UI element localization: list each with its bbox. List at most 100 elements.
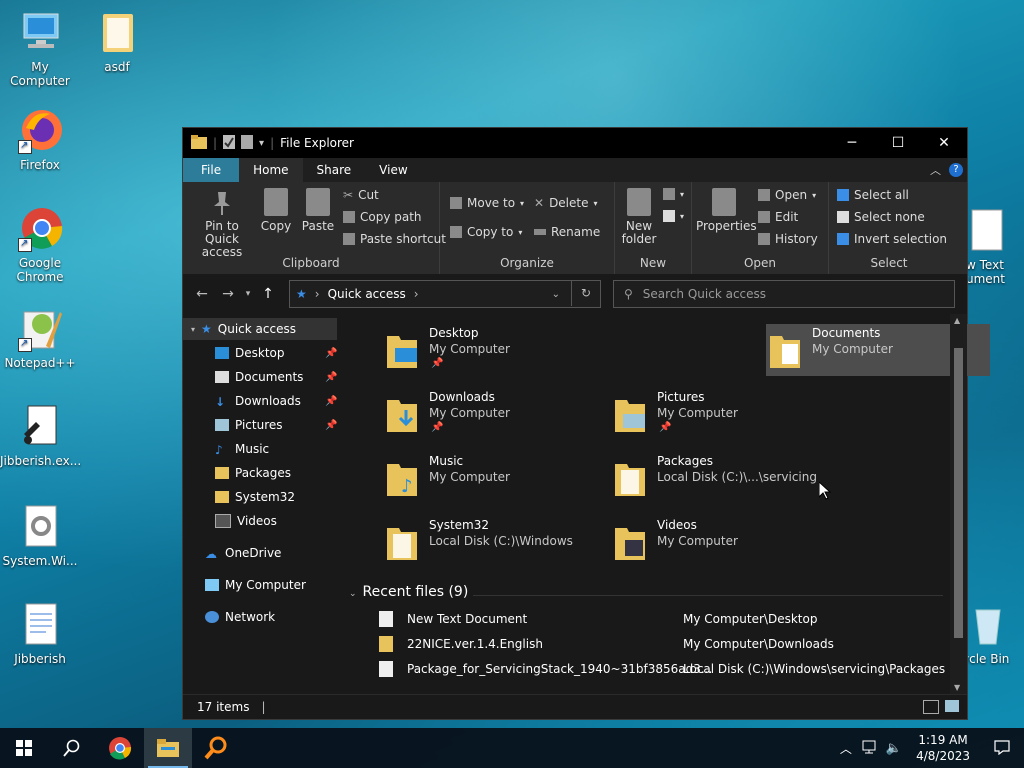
desktop-icon-my-computer[interactable]: My Computer (0, 10, 80, 88)
nav-system32[interactable]: System32 (215, 486, 295, 508)
volume-icon[interactable]: 🔈 (886, 741, 902, 756)
quick-access-star-icon: ★ (296, 287, 307, 301)
folder-tile-pictures[interactable]: Pictures My Computer 📌 (611, 388, 835, 440)
start-button[interactable] (0, 728, 48, 768)
forward-button[interactable]: → (215, 286, 241, 302)
invert-selection-button[interactable]: Invert selection (837, 232, 947, 246)
properties-icon[interactable] (223, 134, 236, 152)
scroll-down-icon[interactable]: ▼ (954, 683, 960, 692)
taskbar-search-app[interactable] (192, 728, 240, 768)
copy-to-button[interactable]: Copy to ▾ (450, 225, 522, 239)
folder-tile-system32[interactable]: System32 Local Disk (C:)\Windows (383, 516, 607, 568)
paste-shortcut-button[interactable]: Paste shortcut (343, 232, 446, 246)
new-folder-button[interactable]: New folder (619, 188, 659, 246)
desktop-icon-system-wi[interactable]: System.Wi... (0, 504, 80, 568)
scroll-up-icon[interactable]: ▲ (954, 316, 960, 325)
search-button[interactable] (48, 728, 96, 768)
tab-share[interactable]: Share (303, 158, 366, 182)
breadcrumb-quick-access[interactable]: Quick access (328, 287, 406, 301)
nav-downloads[interactable]: ↓ Downloads (215, 390, 301, 412)
folder-tile-videos[interactable]: Videos My Computer (611, 516, 835, 568)
title-bar[interactable]: | ▾ | File Explorer ─ ☐ ✕ (183, 128, 967, 158)
copy-path-button[interactable]: Copy path (343, 210, 422, 224)
recent-locations-button[interactable]: ▾ (241, 289, 255, 299)
recent-file-row[interactable]: New Text Document (379, 608, 527, 630)
nav-packages[interactable]: Packages (215, 462, 291, 484)
tab-file[interactable]: File (183, 158, 240, 182)
show-hidden-icons-icon[interactable]: ︿ (840, 740, 852, 757)
divider (473, 595, 943, 596)
folder-tile-downloads[interactable]: Downloads My Computer 📌 (383, 388, 607, 440)
nav-my-computer[interactable]: My Computer (205, 574, 306, 596)
folder-tile-desktop[interactable]: Desktop My Computer 📌 (383, 324, 607, 376)
scrollbar-thumb[interactable] (954, 348, 963, 638)
help-icon[interactable]: ? (949, 163, 963, 177)
search-input[interactable]: ⚲ Search Quick access (613, 280, 955, 308)
nav-documents[interactable]: Documents (215, 366, 303, 388)
delete-button[interactable]: ✕ Delete ▾ (534, 196, 598, 210)
desktop-icon-asdf[interactable]: asdf (77, 10, 157, 74)
taskbar-chrome[interactable] (96, 728, 144, 768)
clock[interactable]: 1:19 AM 4/8/2023 (906, 732, 980, 764)
file-explorer-window[interactable]: | ▾ | File Explorer ─ ☐ ✕ File Home Shar… (182, 127, 990, 720)
edit-button[interactable]: Edit (758, 210, 798, 224)
folder-tile-music[interactable]: ♪ Music My Computer (383, 452, 607, 504)
copy-button[interactable]: Copy (259, 188, 293, 233)
move-to-button[interactable]: Move to ▾ (450, 196, 524, 210)
easy-access-button[interactable]: ▾ (663, 210, 684, 222)
select-all-button[interactable]: Select all (837, 188, 909, 202)
invert-selection-icon (837, 233, 849, 245)
firefox-icon (16, 108, 64, 154)
paste-button[interactable]: Paste (299, 188, 337, 233)
folder-tile-packages[interactable]: Packages Local Disk (C:)\...\servicing (611, 452, 835, 504)
nav-videos[interactable]: Videos (215, 510, 277, 532)
network-icon[interactable] (862, 740, 878, 757)
close-button[interactable]: ✕ (921, 128, 967, 158)
details-view-icon[interactable] (923, 700, 939, 714)
recent-file-row[interactable]: 22NICE.ver.1.4.English (379, 633, 543, 655)
nav-desktop[interactable]: Desktop (215, 342, 285, 364)
minimize-button[interactable]: ─ (829, 128, 875, 158)
notifications-button[interactable] (980, 739, 1024, 758)
desktop-icon-jibberish-exe[interactable]: Jibberish.ex... (0, 404, 81, 468)
back-button[interactable]: ← (189, 286, 215, 302)
recent-file-row[interactable]: Package_for_ServicingStack_1940~31bf3856… (379, 658, 712, 680)
pin-to-quick-access-button[interactable]: Pin to Quick access (187, 188, 257, 259)
desktop-icon-firefox[interactable]: Firefox (0, 108, 80, 172)
large-icons-view-icon[interactable] (945, 700, 959, 712)
new-item-button[interactable]: ▾ (663, 188, 684, 200)
address-dropdown-icon[interactable]: ⌄ (552, 289, 560, 300)
tab-view[interactable]: View (365, 158, 421, 182)
open-button[interactable]: Open ▾ (758, 188, 816, 202)
breadcrumb-chevron-icon: › (314, 287, 320, 301)
maximize-button[interactable]: ☐ (875, 128, 921, 158)
nav-network[interactable]: Network (205, 606, 275, 628)
rename-button[interactable]: Rename (534, 225, 600, 239)
system-tray: ︿ 🔈 1:19 AM 4/8/2023 (840, 728, 1024, 768)
vertical-scrollbar[interactable]: ▲ ▼ (950, 314, 967, 694)
address-bar[interactable]: ★ › Quick access › ⌄ (289, 280, 601, 308)
desktop-icon-notepad-plus-plus[interactable]: Notepad++ (0, 306, 80, 370)
select-all-icon (837, 189, 849, 201)
new-folder-icon[interactable] (241, 134, 254, 152)
cut-button[interactable]: ✂ Cut (343, 188, 379, 202)
nav-quick-access[interactable]: ▾ ★ Quick access (183, 318, 337, 340)
nav-onedrive[interactable]: ☁ OneDrive (205, 542, 281, 564)
new-folder-icon (627, 188, 651, 216)
refresh-button[interactable]: ↻ (571, 280, 600, 306)
taskbar: ︿ 🔈 1:19 AM 4/8/2023 (0, 728, 1024, 768)
up-button[interactable]: ↑ (255, 286, 281, 302)
taskbar-file-explorer[interactable] (144, 728, 192, 768)
folder-icon (215, 491, 229, 503)
desktop-icon-google-chrome[interactable]: Google Chrome (0, 206, 80, 284)
nav-music[interactable]: ♪ Music (215, 438, 269, 460)
customize-toolbar-icon[interactable]: ▾ (259, 138, 264, 149)
tab-home[interactable]: Home (239, 158, 303, 182)
nav-pictures[interactable]: Pictures (215, 414, 283, 436)
recent-files-header[interactable]: ⌄ Recent files (9) (349, 584, 468, 600)
desktop-icon-jibberish[interactable]: Jibberish (0, 602, 80, 666)
history-button[interactable]: History (758, 232, 818, 246)
select-none-button[interactable]: Select none (837, 210, 925, 224)
properties-button[interactable]: Properties (696, 188, 757, 233)
collapse-ribbon-icon[interactable]: ︿ (930, 162, 941, 178)
